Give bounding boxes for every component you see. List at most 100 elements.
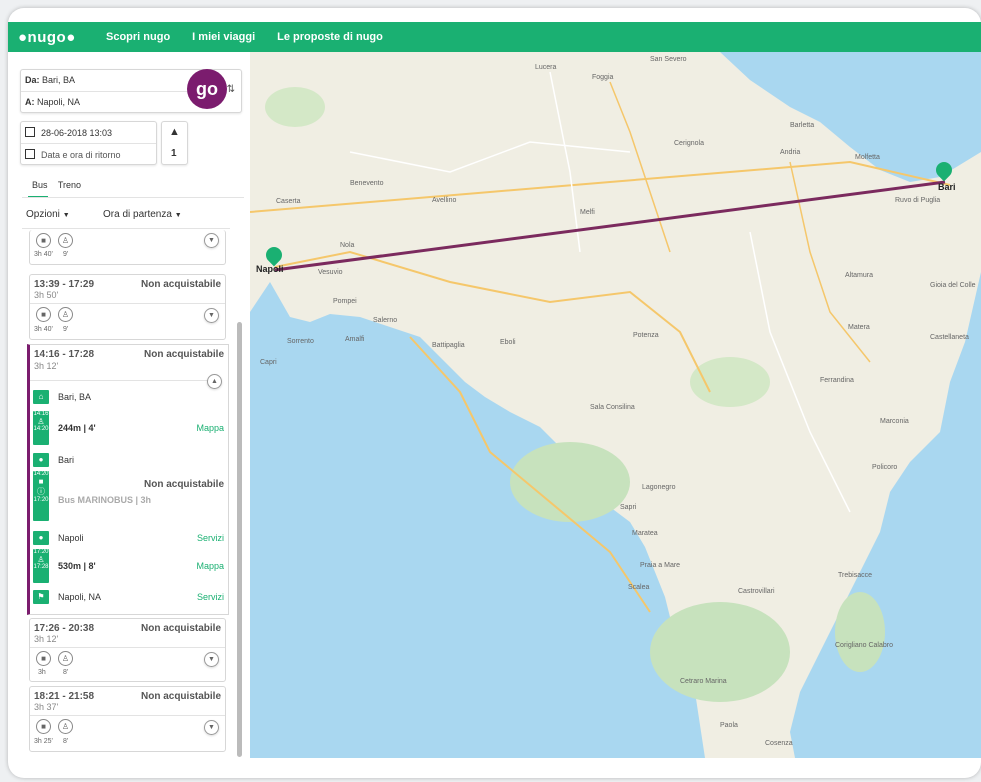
passengers-card[interactable]: ▲ 1 <box>161 121 188 165</box>
chevron-down-icon[interactable]: ▼ <box>204 233 219 248</box>
pin-icon: ● <box>33 453 49 467</box>
walk1-info: 244m | 4' <box>58 423 96 433</box>
to-label: A: <box>25 97 35 107</box>
place-label: Melfi <box>580 209 595 216</box>
departure-sort-dropdown[interactable]: Ora di partenza ▼ <box>103 209 182 220</box>
calendar-return-icon <box>25 149 35 159</box>
place-label: Sorrento <box>287 338 314 345</box>
walk1-map-link[interactable]: Mappa <box>196 423 224 433</box>
trip-time: 18:21 - 21:58 <box>34 691 95 702</box>
trip-status: Non acquistabile <box>140 691 221 702</box>
place-label: Paola <box>720 722 738 729</box>
trip-card[interactable]: 17:26 - 20:38 Non acquistabile 3h 12' ■ … <box>29 618 226 682</box>
caret-down-icon: ▼ <box>62 212 70 219</box>
walk-duration: 9' <box>63 326 69 333</box>
nav-proposte[interactable]: Le proposte di nugo <box>277 31 383 43</box>
place-label: Castrovillari <box>738 588 775 595</box>
trip-time: 17:26 - 20:38 <box>34 623 95 634</box>
stop1-label: Bari <box>58 455 75 465</box>
place-label: Castellaneta <box>930 334 969 341</box>
home-icon: ⌂ <box>33 390 49 404</box>
walk-icon: ♙ <box>58 719 73 734</box>
trip-time: 14:16 - 17:28 <box>34 349 95 360</box>
place-label: Matera <box>848 324 870 331</box>
departure-value: 28-06-2018 13:03 <box>41 128 113 138</box>
calendar-icon <box>25 127 35 137</box>
forest-area <box>650 602 790 702</box>
to-value: Napoli, NA <box>37 97 81 107</box>
walk2-info: 530m | 8' <box>58 561 96 571</box>
go-button[interactable]: go <box>187 69 227 109</box>
place-label: Nola <box>340 242 355 249</box>
walk-icon: ♙ <box>58 233 73 248</box>
bus-icon: ■ <box>36 719 51 734</box>
place-label: Amalfi <box>345 336 365 343</box>
place-label: Lagonegro <box>642 484 676 491</box>
pin-icon: ● <box>33 531 49 545</box>
place-label: Potenza <box>633 332 659 339</box>
chevron-down-icon[interactable]: ▼ <box>204 652 219 667</box>
highway <box>250 160 951 213</box>
caret-down-icon: ▼ <box>174 212 182 219</box>
swap-icon[interactable]: ⇅ <box>227 84 235 95</box>
trip-card[interactable]: 18:21 - 21:58 Non acquistabile 3h 37' ■ … <box>29 686 226 752</box>
trip-status: Non acquistabile <box>140 279 221 290</box>
map[interactable]: Napoli Bari Caserta Benevento Foggia Ave… <box>250 52 981 758</box>
flag-icon: ⚑ <box>33 590 49 604</box>
place-label: Molfetta <box>855 154 880 161</box>
nav-miei-viaggi[interactable]: I miei viaggi <box>192 31 255 43</box>
place-label: Benevento <box>350 180 384 187</box>
bus-line: Bus MARINOBUS | 3h <box>58 495 152 505</box>
from-label: Da: <box>25 75 40 85</box>
walk-duration: 9' <box>63 251 69 258</box>
place-label: Praia a Mare <box>640 562 681 569</box>
person-icon: ▲ <box>169 126 180 138</box>
info-icon: ⓘ <box>37 487 45 496</box>
place-label: Maratea <box>632 530 658 537</box>
trip-time: 13:39 - 17:29 <box>34 279 95 290</box>
walk2-map-link[interactable]: Mappa <box>196 561 224 571</box>
options-dropdown[interactable]: Opzioni ▼ <box>26 209 70 220</box>
scrollbar[interactable] <box>237 322 242 757</box>
end-location: Napoli, NA <box>58 592 102 602</box>
place-label: Scalea <box>628 584 650 591</box>
tab-treno[interactable]: Treno <box>58 180 81 190</box>
tab-bus[interactable]: Bus <box>32 180 48 190</box>
city-label-napoli: Napoli <box>256 264 284 274</box>
stop2-label: Napoli <box>58 533 84 543</box>
stop2-services-link[interactable]: Servizi <box>197 533 224 543</box>
walk-duration: 8' <box>63 669 69 676</box>
walk2-end-time: 17:28 <box>33 564 49 570</box>
bus-icon: ■ <box>36 651 51 666</box>
walk-icon: ♙ <box>58 651 73 666</box>
trip-card[interactable]: ■ ♙ 3h 40' 9' ▼ <box>29 230 226 265</box>
forest-area <box>835 592 885 672</box>
place-label: Trebisacce <box>838 572 872 579</box>
place-label: Sala Consilina <box>590 404 635 411</box>
chevron-down-icon[interactable]: ▼ <box>204 720 219 735</box>
bus-icon: ■ <box>36 233 51 248</box>
nav-scopri-nugo[interactable]: Scopri nugo <box>106 31 170 43</box>
chevron-down-icon[interactable]: ▼ <box>204 308 219 323</box>
to-field[interactable]: A: Napoli, NA <box>25 97 80 107</box>
return-field[interactable]: Data e ora di ritorno <box>25 149 121 160</box>
place-label: Capri <box>260 359 277 366</box>
route-line <box>274 180 946 272</box>
trip-duration: 3h 37' <box>34 702 59 712</box>
place-label: Corigliano Calabro <box>835 642 893 649</box>
from-field[interactable]: Da: Bari, BA <box>25 75 75 85</box>
chevron-up-icon[interactable]: ▲ <box>207 374 222 389</box>
nugo-logo[interactable]: ●nugo● <box>18 29 106 46</box>
end-services-link[interactable]: Servizi <box>197 592 224 602</box>
trip-card[interactable]: 13:39 - 17:29 Non acquistabile 3h 50' ■ … <box>29 274 226 340</box>
place-label: Andria <box>780 149 801 156</box>
place-label: Battipaglia <box>432 342 465 349</box>
place-label: Vesuvio <box>318 269 343 276</box>
return-placeholder: Data e ora di ritorno <box>41 150 121 160</box>
walk-duration: 8' <box>63 738 69 745</box>
trip-card-expanded[interactable]: 14:16 - 17:28 Non acquistabile 3h 12' ▲ … <box>27 344 229 615</box>
forest-area <box>265 87 325 127</box>
departure-field[interactable]: 28-06-2018 13:03 <box>25 127 112 138</box>
place-label: Cerignola <box>674 140 704 147</box>
bus-duration: 3h 40' <box>34 326 53 333</box>
